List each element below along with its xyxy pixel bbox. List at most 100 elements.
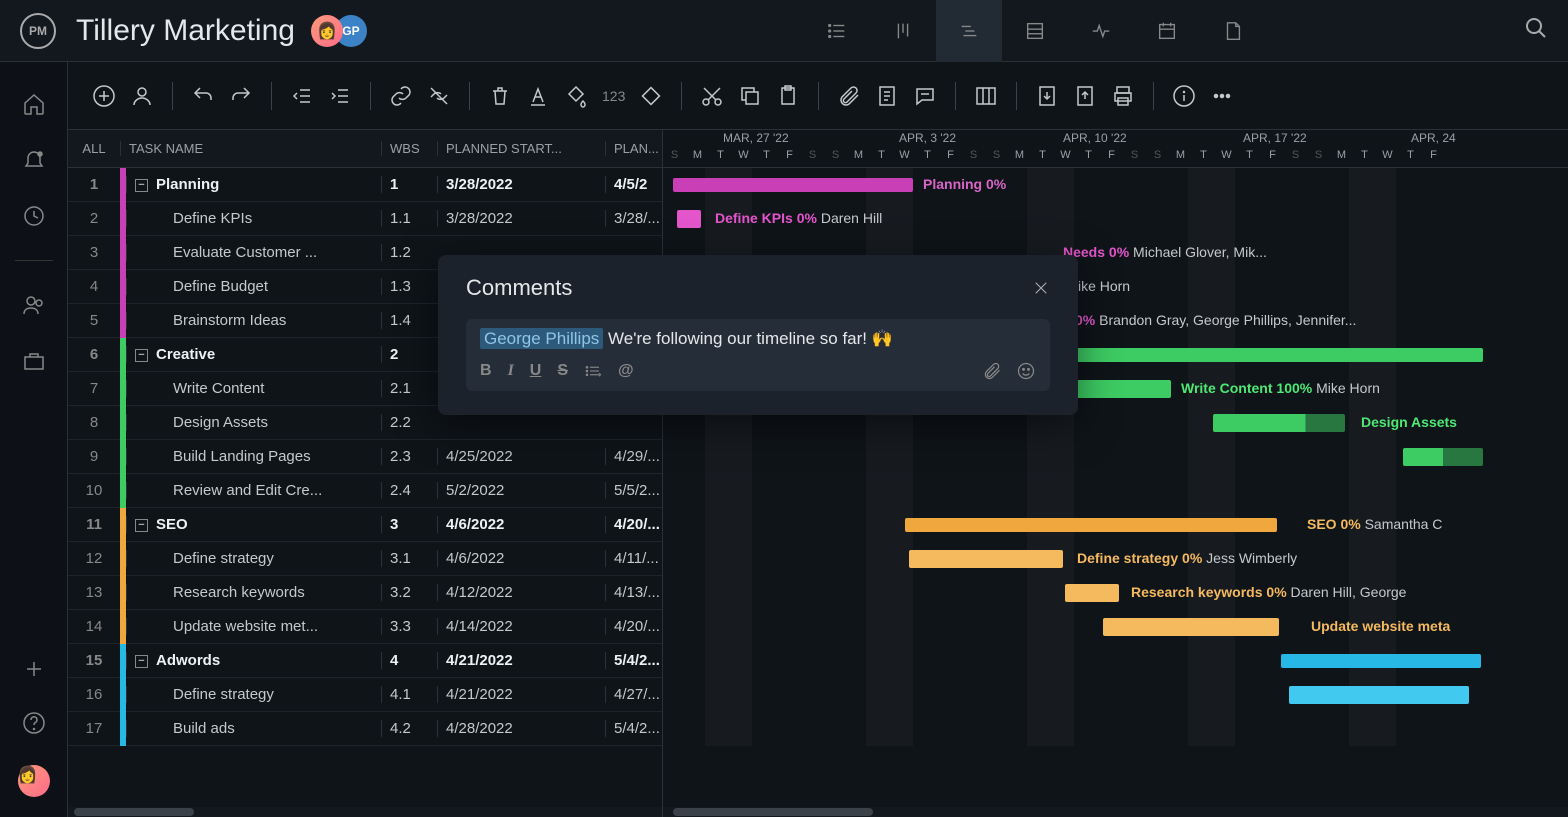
strikethrough-icon[interactable]: S (557, 362, 568, 380)
task-row[interactable]: 12 Define strategy 3.1 4/6/2022 4/11/... (68, 542, 662, 576)
gantt-bar[interactable] (905, 518, 1277, 532)
comment-text[interactable]: George Phillips We're following our time… (480, 329, 1036, 349)
cut-icon[interactable] (700, 84, 724, 108)
gantt-bar[interactable] (1289, 686, 1469, 704)
mention-chip[interactable]: George Phillips (480, 328, 603, 349)
comments-title: Comments (466, 275, 572, 301)
comment-icon[interactable] (913, 84, 937, 108)
more-icon[interactable] (1210, 84, 1234, 108)
export-icon[interactable] (1073, 84, 1097, 108)
gantt-bar[interactable] (1063, 348, 1483, 362)
col-header-start[interactable]: PLANNED START... (437, 141, 605, 156)
gantt-bar[interactable] (673, 178, 913, 192)
milestone-icon[interactable] (639, 84, 663, 108)
project-title: Tillery Marketing (76, 14, 295, 48)
link-icon[interactable] (389, 84, 413, 108)
recent-icon[interactable] (22, 204, 46, 228)
toolbar-numbering[interactable]: 123 (602, 88, 625, 104)
paste-icon[interactable] (776, 84, 800, 108)
fill-color-icon[interactable] (564, 84, 588, 108)
italic-icon[interactable]: I (508, 362, 514, 380)
task-row[interactable]: 10 Review and Edit Cre... 2.4 5/2/2022 5… (68, 474, 662, 508)
comments-popup: Comments George Phillips We're following… (438, 255, 1078, 415)
delete-icon[interactable] (488, 84, 512, 108)
emoji-icon[interactable] (1016, 361, 1036, 381)
user-avatar-icon[interactable]: 👩 (18, 765, 50, 797)
gantt-bar[interactable] (677, 210, 701, 228)
avatar-user-1[interactable]: 👩 (311, 15, 343, 47)
unlink-icon[interactable] (427, 84, 451, 108)
attach-file-icon[interactable] (982, 361, 1002, 381)
attachment-icon[interactable] (837, 84, 861, 108)
gantt-bar-label: Define strategy 0% Jess Wimberly (1077, 550, 1297, 566)
gantt-bar[interactable] (1063, 380, 1171, 398)
view-board-icon[interactable] (870, 0, 936, 62)
toolbar-separator (681, 82, 682, 110)
copy-icon[interactable] (738, 84, 762, 108)
undo-icon[interactable] (191, 84, 215, 108)
view-list-icon[interactable] (804, 0, 870, 62)
gantt-bar[interactable] (1281, 654, 1481, 668)
task-row[interactable]: 14 Update website met... 3.3 4/14/2022 4… (68, 610, 662, 644)
mention-icon[interactable]: @ (618, 362, 634, 380)
gantt-bar[interactable] (1213, 414, 1345, 432)
search-icon[interactable] (1524, 16, 1548, 45)
task-row[interactable]: 17 Build ads 4.2 4/28/2022 5/4/2... (68, 712, 662, 746)
gantt-bar-label: SEO 0% Samantha C (1307, 516, 1442, 532)
task-row[interactable]: 1 −Planning 1 3/28/2022 4/5/2 (68, 168, 662, 202)
comment-input[interactable]: George Phillips We're following our time… (466, 319, 1050, 391)
task-row[interactable]: 13 Research keywords 3.2 4/12/2022 4/13/… (68, 576, 662, 610)
view-activity-icon[interactable] (1068, 0, 1134, 62)
notes-icon[interactable] (875, 84, 899, 108)
outdent-icon[interactable] (290, 84, 314, 108)
gantt-scrollbar[interactable] (663, 807, 1568, 817)
import-icon[interactable] (1035, 84, 1059, 108)
view-calendar-icon[interactable] (1134, 0, 1200, 62)
main-area: ALL TASK NAME WBS PLANNED START... PLAN.… (68, 130, 1568, 817)
view-file-icon[interactable] (1200, 0, 1266, 62)
task-row[interactable]: 16 Define strategy 4.1 4/21/2022 4/27/..… (68, 678, 662, 712)
bold-icon[interactable]: B (480, 362, 492, 380)
col-header-name[interactable]: TASK NAME (120, 141, 381, 156)
gantt-bar[interactable] (1103, 618, 1279, 636)
gantt-bar-label: Needs 0% Michael Glover, Mik... (1063, 244, 1267, 260)
add-icon[interactable] (22, 657, 46, 681)
notifications-icon[interactable] (22, 148, 46, 172)
briefcase-icon[interactable] (22, 349, 46, 373)
gantt-panel: MAR, 27 '22APR, 3 '22APR, 10 '22APR, 17 … (663, 130, 1568, 817)
gantt-bar-label: Planning 0% (923, 176, 1006, 192)
redo-icon[interactable] (229, 84, 253, 108)
gantt-bar[interactable] (1403, 448, 1483, 466)
gantt-timeline-header: MAR, 27 '22APR, 3 '22APR, 10 '22APR, 17 … (663, 130, 1568, 168)
columns-icon[interactable] (974, 84, 998, 108)
add-task-icon[interactable] (92, 84, 116, 108)
close-icon[interactable] (1032, 279, 1050, 297)
indent-icon[interactable] (328, 84, 352, 108)
task-row[interactable]: 11 −SEO 3 4/6/2022 4/20/... (68, 508, 662, 542)
toolbar: 123 (68, 62, 1568, 130)
underline-icon[interactable]: U (530, 362, 542, 380)
help-icon[interactable] (22, 711, 46, 735)
col-header-finish[interactable]: PLAN... (605, 141, 662, 156)
toolbar-separator (1016, 82, 1017, 110)
horizontal-scrollbar[interactable] (68, 807, 662, 817)
col-header-wbs[interactable]: WBS (381, 141, 437, 156)
team-icon[interactable] (22, 293, 46, 317)
task-row[interactable]: 9 Build Landing Pages 2.3 4/25/2022 4/29… (68, 440, 662, 474)
print-icon[interactable] (1111, 84, 1135, 108)
gantt-bar[interactable] (1065, 584, 1119, 602)
member-avatars[interactable]: 👩 GP (311, 15, 367, 47)
info-icon[interactable] (1172, 84, 1196, 108)
task-row[interactable]: 15 −Adwords 4 4/21/2022 5/4/2... (68, 644, 662, 678)
col-header-all[interactable]: ALL (68, 141, 120, 156)
task-row[interactable]: 2 Define KPIs 1.1 3/28/2022 3/28/... (68, 202, 662, 236)
text-color-icon[interactable] (526, 84, 550, 108)
view-gantt-icon[interactable] (936, 0, 1002, 62)
gantt-bar[interactable] (909, 550, 1063, 568)
home-icon[interactable] (22, 92, 46, 116)
assign-icon[interactable] (130, 84, 154, 108)
app-logo[interactable]: PM (20, 13, 56, 49)
view-sheet-icon[interactable] (1002, 0, 1068, 62)
list-format-icon[interactable] (584, 362, 602, 380)
comment-format-toolbar: B I U S @ (480, 361, 1036, 381)
